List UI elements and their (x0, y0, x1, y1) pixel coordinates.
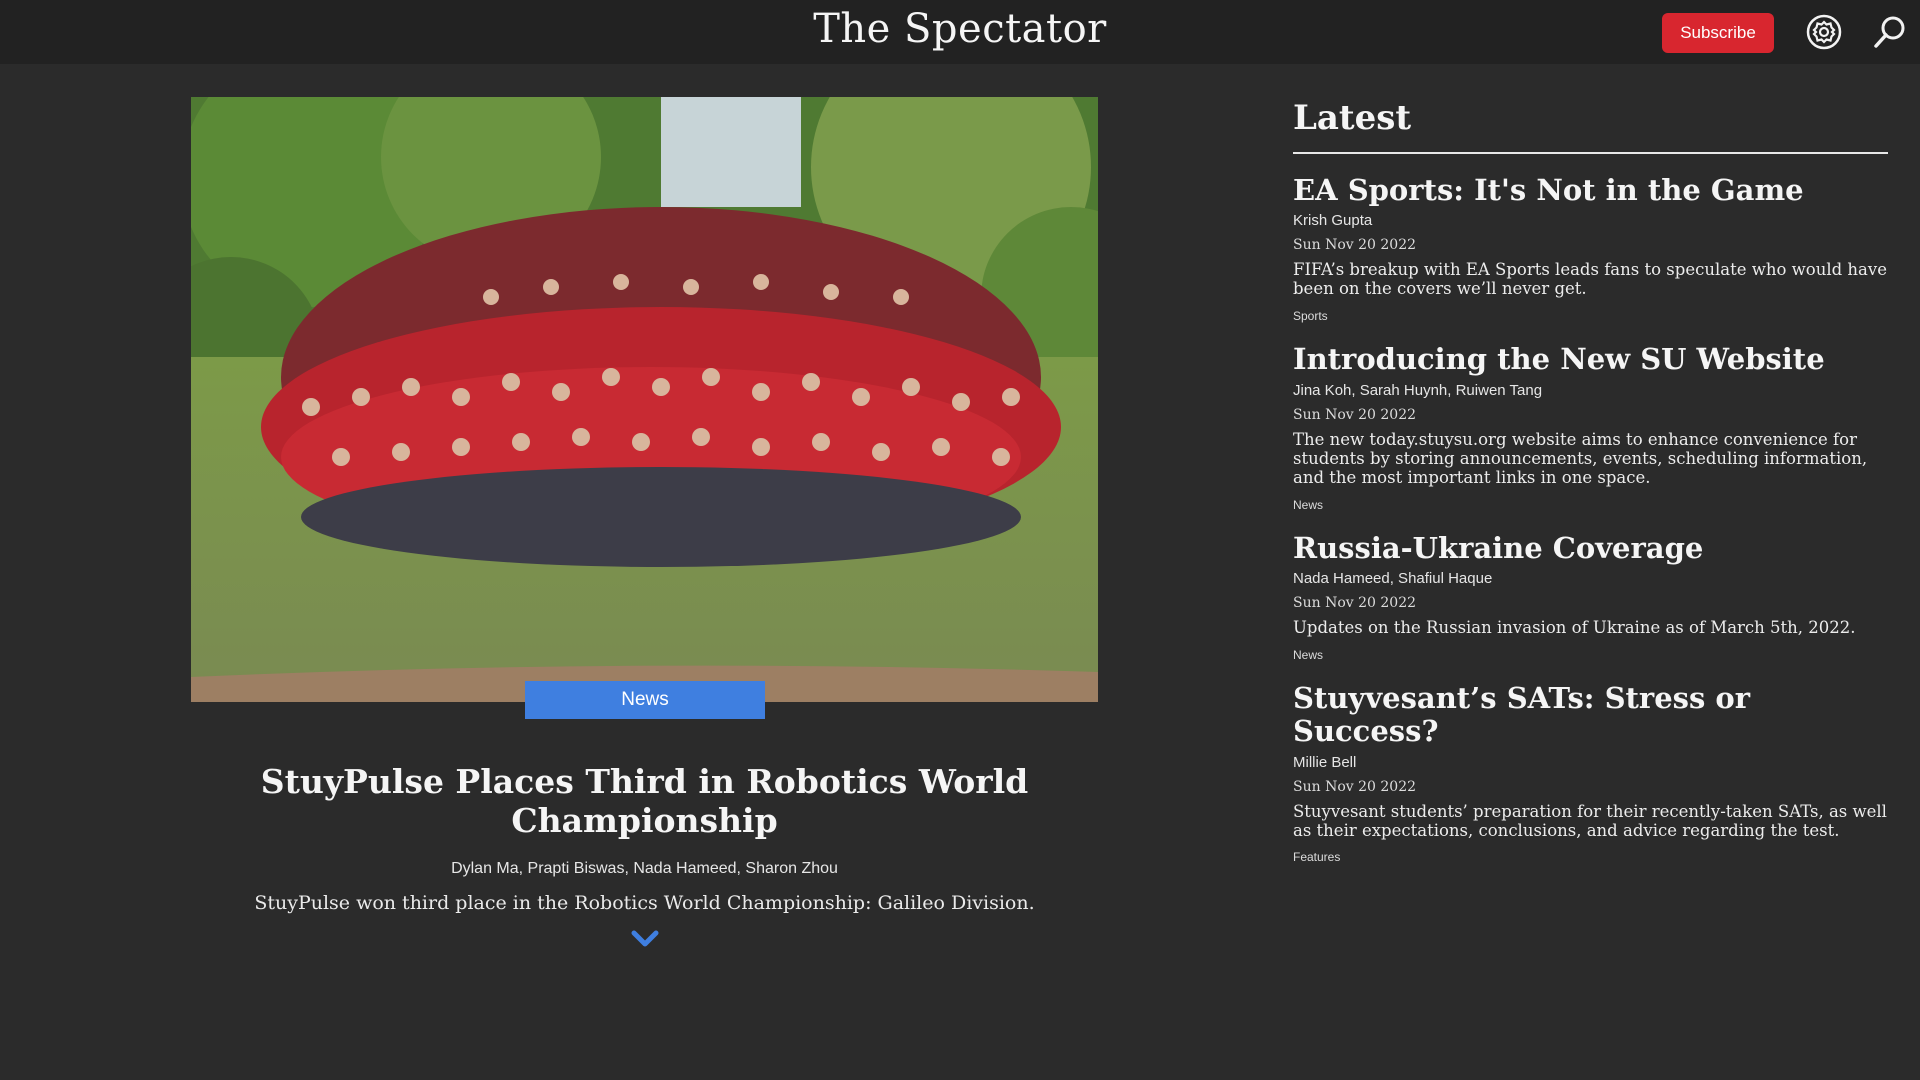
article-authors[interactable]: Jina Koh, Sarah Huynh, Ruiwen Tang (1293, 382, 1888, 399)
article-section-tag[interactable]: News (1293, 498, 1888, 512)
latest-article: EA Sports: It's Not in the Game Krish Gu… (1293, 173, 1888, 323)
article-summary: Stuyvesant students’ preparation for the… (1293, 801, 1887, 840)
article-date: Sun Nov 20 2022 (1293, 406, 1417, 423)
feature-summary: StuyPulse won third place in the Robotic… (254, 892, 1035, 914)
subscribe-button[interactable]: Subscribe (1662, 13, 1774, 53)
chevron-down-icon[interactable] (631, 928, 659, 950)
article-summary: Updates on the Russian invasion of Ukrai… (1293, 617, 1856, 637)
article-authors[interactable]: Nada Hameed, Shafiul Haque (1293, 570, 1888, 587)
article-section-tag[interactable]: Features (1293, 850, 1888, 864)
article-date: Sun Nov 20 2022 (1293, 237, 1417, 254)
article-title[interactable]: EA Sports: It's Not in the Game (1293, 173, 1888, 207)
article-authors[interactable]: Krish Gupta (1293, 212, 1888, 229)
latest-article: Stuyvesant’s SATs: Stress or Success? Mi… (1293, 681, 1888, 864)
site-title[interactable]: The Spectator (0, 6, 1920, 52)
article-authors[interactable]: Millie Bell (1293, 754, 1888, 771)
article-date: Sun Nov 20 2022 (1293, 778, 1417, 795)
feature-section-tag[interactable]: News (525, 681, 765, 719)
gear-icon (1806, 14, 1842, 50)
feature-authors[interactable]: Dylan Ma, Prapti Biswas, Nada Hameed, Sh… (191, 860, 1098, 878)
article-title[interactable]: Russia-Ukraine Coverage (1293, 531, 1888, 565)
settings-button[interactable] (1804, 12, 1844, 52)
team-photo-illustration (191, 97, 1098, 702)
latest-article: Russia-Ukraine Coverage Nada Hameed, Sha… (1293, 531, 1888, 662)
article-date: Sun Nov 20 2022 (1293, 594, 1417, 611)
latest-sidebar: Latest EA Sports: It's Not in the Game K… (1293, 98, 1888, 864)
feature-title[interactable]: StuyPulse Places Third in Robotics World… (191, 762, 1098, 840)
article-section-tag[interactable]: Sports (1293, 309, 1888, 323)
featured-article: News StuyPulse Places Third in Robotics … (191, 97, 1098, 950)
article-summary: The new today.stuysu.org website aims to… (1293, 429, 1868, 487)
latest-article: Introducing the New SU Website Jina Koh,… (1293, 342, 1888, 512)
article-title[interactable]: Stuyvesant’s SATs: Stress or Success? (1293, 681, 1888, 749)
article-title[interactable]: Introducing the New SU Website (1293, 342, 1888, 376)
latest-heading: Latest (1293, 98, 1888, 154)
article-summary: FIFA’s breakup with EA Sports leads fans… (1293, 260, 1887, 299)
featured-photo[interactable] (191, 97, 1098, 702)
search-button[interactable] (1870, 12, 1910, 52)
article-section-tag[interactable]: News (1293, 648, 1888, 662)
search-icon (1874, 16, 1905, 48)
top-bar: The Spectator Subscribe (0, 0, 1920, 64)
